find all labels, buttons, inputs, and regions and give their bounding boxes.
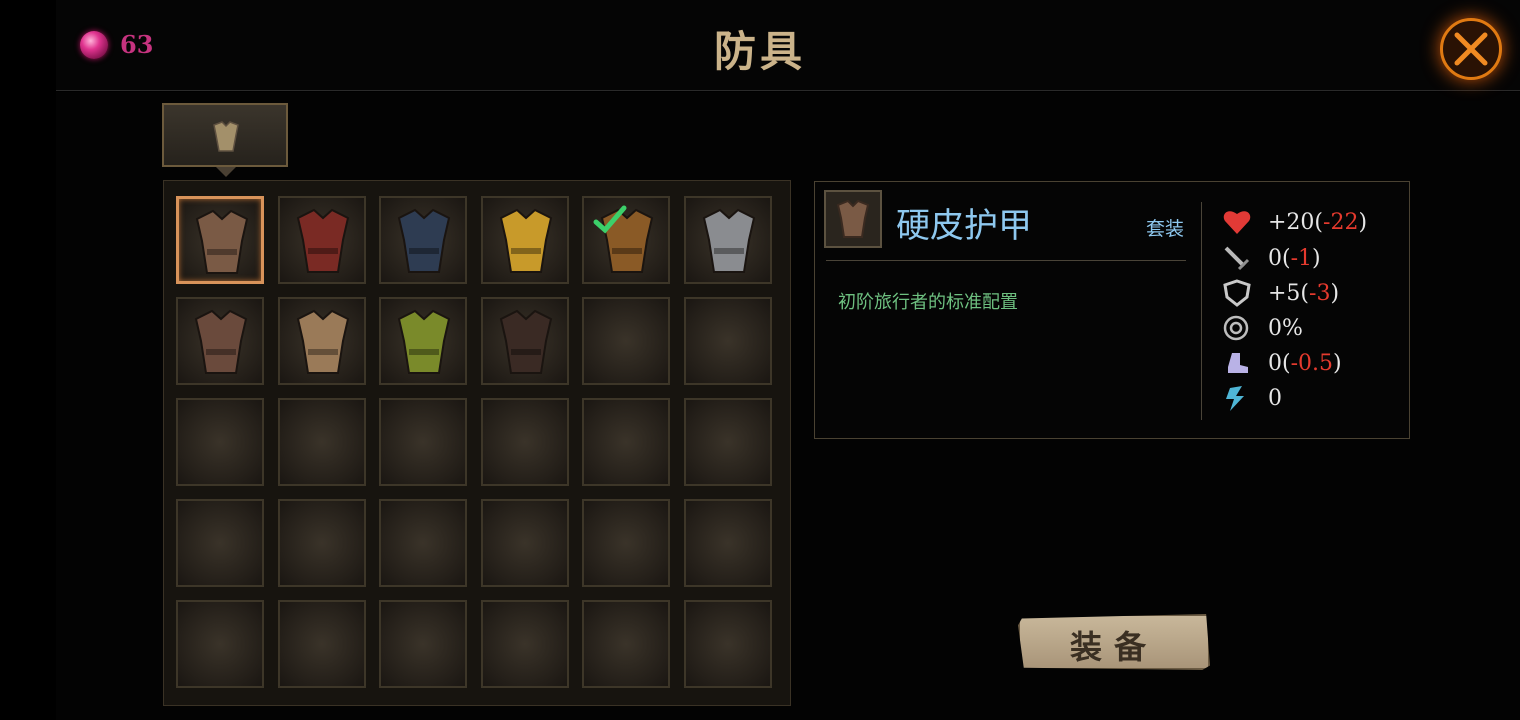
stat-speed: 0(-0.5)	[1222, 349, 1402, 379]
inventory-slot[interactable]	[684, 398, 772, 486]
inventory-slot[interactable]	[684, 297, 772, 385]
page-title: 防具	[713, 27, 806, 76]
equip-button[interactable]: 装备	[1018, 614, 1210, 670]
inventory-slot[interactable]	[278, 196, 366, 284]
inventory-slot[interactable]	[582, 398, 670, 486]
set-tag[interactable]: 套装	[1146, 214, 1184, 241]
leather-armor-icon	[836, 199, 870, 238]
inventory-slot[interactable]	[582, 297, 670, 385]
inventory-slot[interactable]	[379, 297, 467, 385]
inventory-slot[interactable]	[582, 600, 670, 688]
inventory-slot[interactable]	[582, 499, 670, 587]
inventory-slot[interactable]	[176, 196, 264, 284]
inventory-slot[interactable]	[176, 499, 264, 587]
equipped-check-icon	[593, 205, 627, 234]
stat-energy: 0	[1222, 384, 1402, 414]
tab-armor[interactable]	[162, 103, 288, 177]
equip-button-label: 装备	[1069, 628, 1158, 666]
inventory-slot[interactable]	[176, 297, 264, 385]
inventory-slot[interactable]	[176, 600, 264, 688]
sword-icon	[1224, 246, 1250, 271]
inventory-slot[interactable]	[684, 196, 772, 284]
item-thumbnail	[824, 190, 882, 248]
inventory-slot[interactable]	[379, 499, 467, 587]
inventory-slot[interactable]	[278, 499, 366, 587]
inventory-slot[interactable]	[582, 196, 670, 284]
inventory-slot[interactable]	[278, 297, 366, 385]
lightning-icon	[1226, 386, 1244, 411]
green-spiked-armor-icon	[397, 309, 451, 374]
divider	[1201, 202, 1202, 420]
inventory-slot[interactable]	[278, 398, 366, 486]
inventory-slot[interactable]	[481, 499, 569, 587]
close-button[interactable]	[1440, 18, 1502, 80]
crit-target-icon	[1223, 315, 1249, 341]
inventory-slot[interactable]	[379, 398, 467, 486]
inventory-slot[interactable]	[278, 600, 366, 688]
crossed-swords-close-icon	[1454, 32, 1488, 66]
inventory-slot[interactable]	[481, 196, 569, 284]
boot-speed-icon	[1228, 353, 1248, 373]
golden-blue-armor-icon	[499, 208, 553, 273]
stat-defense: +5(-3)	[1222, 279, 1402, 309]
item-name: 硬皮护甲	[896, 206, 1032, 246]
inventory-slot[interactable]	[684, 600, 772, 688]
inventory-slot[interactable]	[481, 398, 569, 486]
inventory-slot[interactable]	[684, 499, 772, 587]
inventory-slot[interactable]	[176, 398, 264, 486]
shield-icon	[1223, 279, 1251, 307]
heart-icon	[1223, 211, 1251, 234]
steel-plate-armor-icon	[702, 208, 756, 273]
armor-chest-icon	[213, 121, 239, 152]
red-skirt-armor-icon	[194, 309, 248, 374]
blue-plate-armor-icon	[397, 208, 451, 273]
inventory-slot[interactable]	[379, 196, 467, 284]
brown-white-armor-icon	[296, 309, 350, 374]
stat-attack: 0(-1)	[1222, 244, 1402, 274]
black-gold-armor-icon	[499, 309, 553, 374]
stat-health: +20(-22)	[1222, 208, 1402, 238]
inventory-slot[interactable]	[379, 600, 467, 688]
inventory-slot[interactable]	[481, 600, 569, 688]
red-scale-armor-icon	[296, 208, 350, 273]
item-description: 初阶旅行者的标准配置	[838, 292, 1018, 313]
inventory-slot[interactable]	[481, 297, 569, 385]
divider	[826, 260, 1186, 261]
leather-armor-icon	[195, 209, 249, 274]
stat-crit: 0%	[1222, 314, 1402, 344]
